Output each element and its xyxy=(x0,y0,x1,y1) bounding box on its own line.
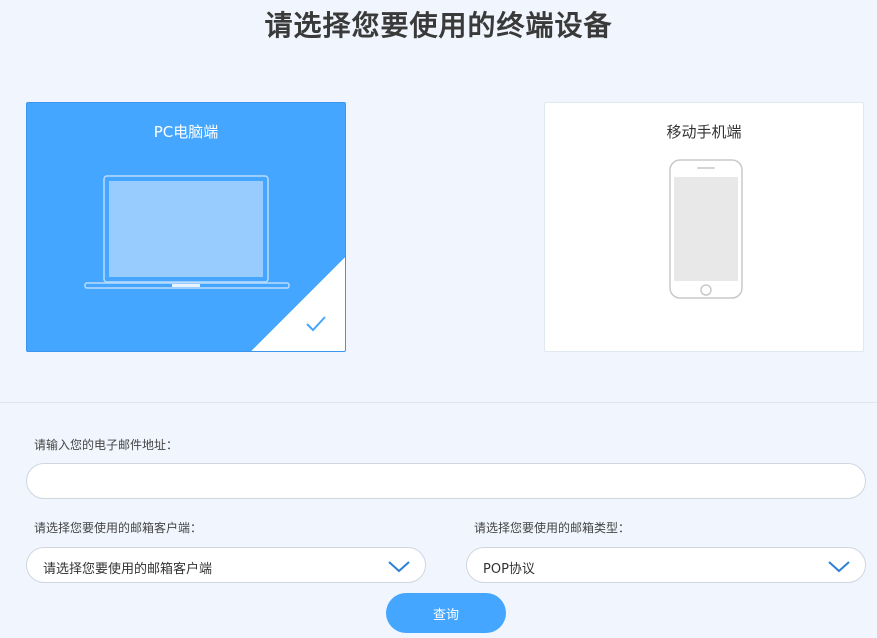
page-title: 请选择您要使用的终端设备 xyxy=(264,9,613,42)
device-card-pc-label: PC电脑端 xyxy=(153,123,219,141)
email-label: 请输入您的电子邮件地址： xyxy=(34,438,179,452)
type-select-value: POP协议 xyxy=(483,562,535,577)
chevron-down-icon xyxy=(388,561,410,573)
device-card-mobile-label: 移动手机端 xyxy=(666,123,742,141)
client-label: 请选择您要使用的邮箱客户端： xyxy=(34,521,203,535)
client-select-value: 请选择您要使用的邮箱客户端 xyxy=(43,562,213,577)
device-card-mobile[interactable]: 移动手机端 xyxy=(544,102,864,352)
selected-corner xyxy=(251,257,345,351)
chevron-down-icon xyxy=(828,561,850,573)
email-input[interactable] xyxy=(26,463,866,499)
query-button[interactable]: 查询 xyxy=(386,593,506,633)
client-select[interactable]: 请选择您要使用的邮箱客户端 xyxy=(26,547,426,583)
type-select[interactable]: POP协议 xyxy=(466,547,866,583)
device-card-pc[interactable]: PC电脑端 xyxy=(26,102,346,352)
check-icon xyxy=(306,316,326,332)
phone-icon xyxy=(669,159,743,299)
type-label: 请选择您要使用的邮箱类型： xyxy=(474,521,631,535)
